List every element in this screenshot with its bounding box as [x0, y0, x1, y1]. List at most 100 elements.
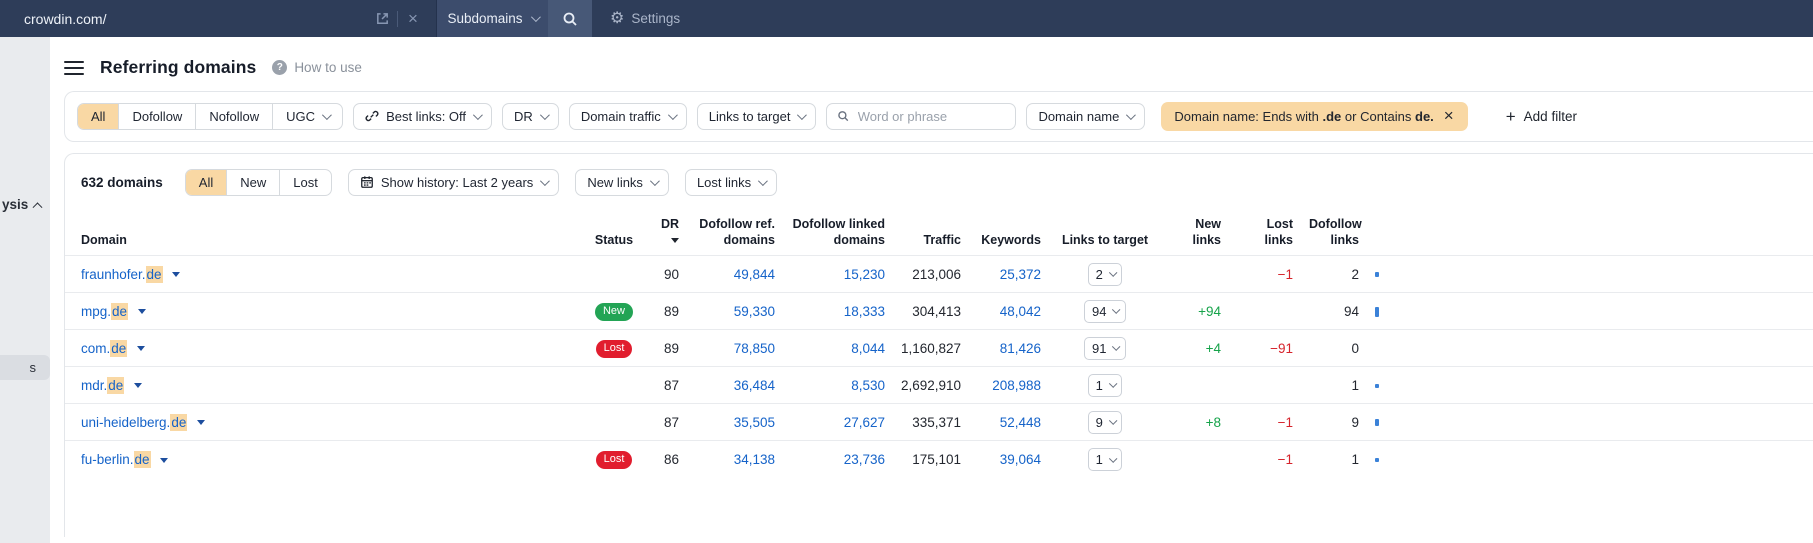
domain-link[interactable]: mpg.de	[81, 302, 129, 320]
dofollow-links-cell: 1	[1301, 440, 1367, 478]
filter-ugc[interactable]: UGC	[272, 103, 342, 129]
tab-all[interactable]: All	[185, 169, 227, 195]
links-to-target-cell: 1	[1049, 440, 1161, 478]
links-to-target-select[interactable]: 1	[1087, 373, 1123, 397]
links-to-target-select[interactable]: 9	[1087, 410, 1123, 434]
dofollow-ref-link[interactable]: 59,330	[734, 304, 775, 319]
domain-dropdown-icon[interactable]	[137, 309, 146, 315]
dofollow-linked-link[interactable]: 18,333	[844, 304, 885, 319]
tab-new[interactable]: New	[226, 169, 279, 195]
open-external-icon[interactable]	[369, 11, 395, 26]
dofollow-linked-cell: 8,530	[783, 366, 893, 404]
chevron-up-icon	[32, 202, 43, 213]
dofollow-ref-link[interactable]: 36,484	[734, 378, 775, 393]
keywords-cell: 208,988	[969, 366, 1049, 404]
links-to-target-filter[interactable]: Links to target	[696, 102, 817, 130]
col-keywords[interactable]: Keywords	[969, 206, 1049, 256]
sidebar-item-fragment[interactable]: s	[0, 355, 50, 380]
dofollow-ref-link[interactable]: 35,505	[734, 415, 775, 430]
domain-name-filter[interactable]: Domain name	[1026, 102, 1146, 130]
scope-selector[interactable]: Subdomains	[437, 0, 548, 37]
table-body: fraunhofer.de 90 49,844 15,230 213,006 2…	[65, 255, 1813, 478]
filter-nofollow[interactable]: Nofollow	[195, 103, 272, 129]
filter-all[interactable]: All	[78, 103, 119, 129]
keywords-link[interactable]: 81,426	[1000, 341, 1041, 356]
active-filter-chip[interactable]: Domain name: Ends with .de or Contains d…	[1161, 101, 1468, 131]
domain-link[interactable]: fu-berlin.de	[81, 450, 151, 468]
dofollow-ref-link[interactable]: 49,844	[734, 267, 775, 282]
traffic-cell: 2,692,910	[893, 366, 969, 404]
tab-lost[interactable]: Lost	[279, 169, 331, 195]
dofollow-linked-link[interactable]: 8,044	[851, 341, 885, 356]
dr-cell: 86	[643, 440, 687, 478]
chevron-down-icon	[1112, 342, 1121, 351]
dofollow-links-cell: 0	[1301, 329, 1367, 367]
remove-filter-icon[interactable]: ×	[1434, 106, 1464, 126]
sidebar-section-fragment[interactable]: ysis	[0, 197, 50, 213]
domain-dropdown-icon[interactable]	[197, 420, 206, 426]
dofollow-linked-link[interactable]: 15,230	[844, 267, 885, 282]
dofollow-links-cell: 1	[1301, 366, 1367, 404]
keywords-link[interactable]: 39,064	[1000, 452, 1041, 467]
links-to-target-select[interactable]: 94	[1084, 299, 1126, 323]
lost-links-selector[interactable]: Lost links	[684, 168, 778, 196]
best-links-filter[interactable]: Best links: Off	[353, 102, 493, 130]
word-search-input[interactable]	[857, 108, 1006, 124]
keywords-link[interactable]: 52,448	[1000, 415, 1041, 430]
show-history-selector[interactable]: Show history: Last 2 years	[347, 168, 560, 196]
how-to-use-link[interactable]: ? How to use	[272, 60, 362, 76]
lost-links-cell: −1	[1229, 255, 1301, 293]
dr-filter[interactable]: DR	[502, 102, 559, 130]
col-status[interactable]: Status	[585, 206, 643, 256]
search-submit-button[interactable]	[548, 0, 592, 37]
domain-dropdown-icon[interactable]	[137, 346, 146, 352]
keywords-link[interactable]: 48,042	[1000, 304, 1041, 319]
chevron-down-icon	[1112, 305, 1121, 314]
dofollow-links-bar	[1375, 306, 1379, 317]
col-links-to-target[interactable]: Links to target	[1049, 206, 1161, 256]
domain-traffic-filter[interactable]: Domain traffic	[568, 102, 687, 130]
filter-dofollow[interactable]: Dofollow	[118, 103, 195, 129]
dofollow-linked-link[interactable]: 8,530	[851, 378, 885, 393]
filters-bar: All Dofollow Nofollow UGC Best links: Of…	[64, 90, 1813, 142]
clear-url-icon[interactable]: ×	[400, 9, 426, 29]
domain-link[interactable]: mdr.de	[81, 376, 125, 394]
links-to-target-select[interactable]: 91	[1084, 336, 1126, 360]
scope-selector-label: Subdomains	[447, 11, 523, 26]
col-lost-links[interactable]: Lost links	[1229, 206, 1301, 256]
gear-icon: ⚙	[610, 9, 625, 27]
keywords-link[interactable]: 25,372	[1000, 267, 1041, 282]
domain-link[interactable]: fraunhofer.de	[81, 265, 163, 283]
domain-link[interactable]: com.de	[81, 339, 128, 357]
keywords-link[interactable]: 208,988	[992, 378, 1041, 393]
new-links-selector[interactable]: New links	[575, 168, 669, 196]
domain-dropdown-icon[interactable]	[172, 272, 181, 278]
col-dofollow-linked[interactable]: Dofollow linked domains	[783, 206, 893, 256]
dofollow-ref-link[interactable]: 78,850	[734, 341, 775, 356]
domain-link[interactable]: uni-heidelberg.de	[81, 413, 188, 431]
status-cell: Lost	[585, 440, 643, 478]
col-domain[interactable]: Domain	[65, 206, 585, 256]
domain-dropdown-icon[interactable]	[160, 457, 169, 463]
lost-links-cell: −91	[1229, 329, 1301, 367]
col-traffic[interactable]: Traffic	[893, 206, 969, 256]
table-row: fraunhofer.de 90 49,844 15,230 213,006 2…	[65, 255, 1813, 293]
add-filter-button[interactable]: + Add filter	[1506, 108, 1577, 125]
domain-dropdown-icon[interactable]	[134, 383, 143, 389]
settings-button[interactable]: ⚙ Settings	[610, 0, 680, 37]
menu-icon[interactable]	[64, 57, 84, 79]
dofollow-links-bar	[1375, 419, 1379, 427]
target-url-value[interactable]: crowdin.com/	[24, 11, 369, 27]
dofollow-linked-link[interactable]: 27,627	[844, 415, 885, 430]
col-new-links[interactable]: New links	[1161, 206, 1229, 256]
links-to-target-select[interactable]: 2	[1087, 262, 1123, 286]
dofollow-ref-cell: 78,850	[687, 329, 783, 367]
dofollow-linked-link[interactable]: 23,736	[844, 452, 885, 467]
col-dr[interactable]: DR	[643, 206, 687, 256]
target-url-field[interactable]: crowdin.com/ ×	[0, 0, 437, 37]
col-dofollow-ref[interactable]: Dofollow ref. domains	[687, 206, 783, 256]
col-dofollow-links[interactable]: Dofollow links	[1301, 206, 1367, 256]
table-row: com.de Lost 89 78,850 8,044 1,160,827 81…	[65, 329, 1813, 367]
links-to-target-select[interactable]: 1	[1087, 447, 1123, 471]
dofollow-ref-link[interactable]: 34,138	[734, 452, 775, 467]
